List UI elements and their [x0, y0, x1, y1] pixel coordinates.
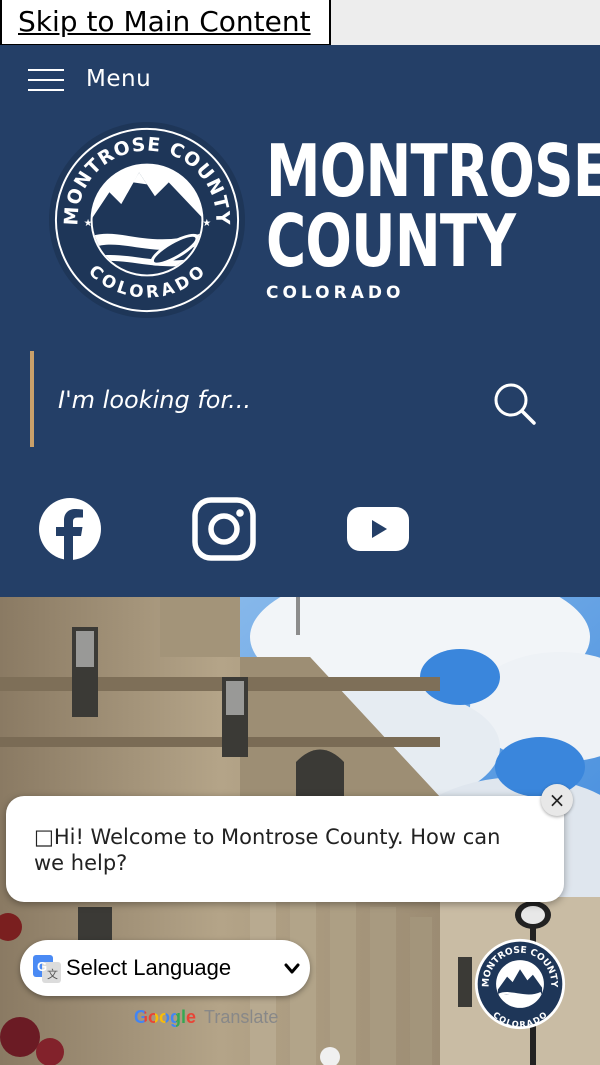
hamburger-icon: [28, 66, 64, 92]
chat-close-button[interactable]: ×: [541, 784, 573, 816]
chat-launcher-seal-button[interactable]: MONTROSE COUNTY COLORADO: [474, 938, 566, 1030]
svg-text:★: ★: [202, 218, 211, 229]
google-wordmark: Google: [134, 1007, 196, 1027]
site-header: Menu MONTROSE COUNTY COLORADO ★ ★ MONTRO…: [0, 45, 600, 597]
select-language-label: Select Language: [66, 955, 232, 980]
google-translate-icon: G 文: [33, 955, 61, 983]
county-seal-logo: MONTROSE COUNTY COLORADO ★ ★: [48, 121, 246, 319]
wordmark-county: COUNTY: [266, 199, 516, 283]
home-logo-link[interactable]: MONTROSE COUNTY COLORADO ★ ★ MONTROSE CO…: [48, 121, 600, 321]
search-bar: [30, 351, 560, 447]
search-input[interactable]: [58, 375, 458, 425]
search-accent-bar: [30, 351, 34, 447]
chat-welcome-bubble[interactable]: □Hi! Welcome to Montrose County. How can…: [6, 796, 564, 902]
powered-by-google-translate[interactable]: Google Translate: [134, 1007, 278, 1031]
chat-welcome-text: □Hi! Welcome to Montrose County. How can…: [34, 825, 501, 875]
chevron-down-icon: [284, 963, 300, 974]
svg-text:G: G: [37, 959, 47, 974]
facebook-icon[interactable]: [38, 497, 102, 561]
search-icon[interactable]: [490, 379, 540, 429]
translate-label: Translate: [204, 1007, 279, 1027]
instagram-icon[interactable]: [192, 497, 256, 561]
menu-button[interactable]: Menu: [28, 61, 151, 97]
menu-label: Menu: [86, 66, 152, 92]
svg-text:文: 文: [47, 967, 58, 981]
svg-text:★: ★: [84, 218, 93, 229]
select-language-dropdown[interactable]: G 文 Select Language: [20, 940, 310, 996]
wordmark-colorado: COLORADO: [266, 283, 405, 303]
skip-to-main-content-link[interactable]: Skip to Main Content: [0, 0, 331, 46]
youtube-icon[interactable]: [346, 497, 410, 561]
